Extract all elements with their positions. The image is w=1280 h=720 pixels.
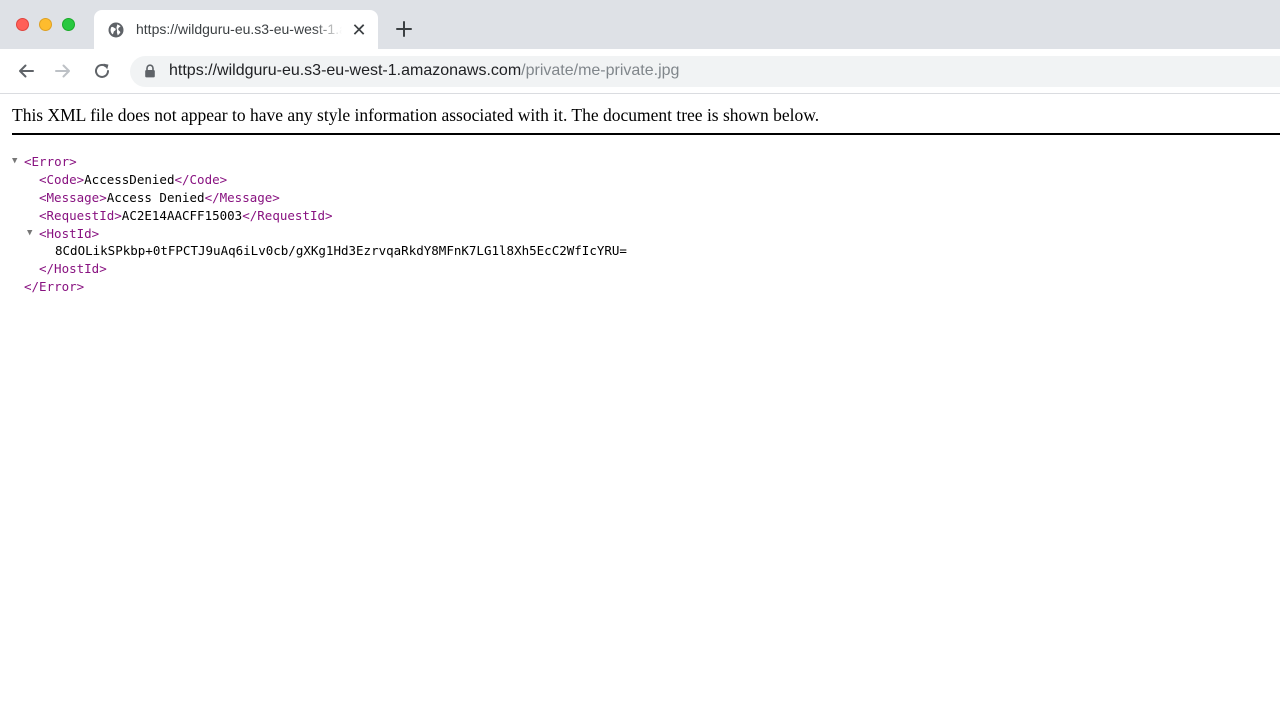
page-content: This XML file does not appear to have an… bbox=[0, 95, 1280, 720]
xml-tag: <Error> bbox=[24, 154, 77, 169]
xml-tag: </Error> bbox=[24, 279, 85, 295]
xml-tag: </HostId> bbox=[39, 261, 107, 277]
tab-strip: https://wildguru-eu.s3-eu-west-1.amazona… bbox=[0, 0, 1280, 49]
xml-tag: <Message> bbox=[39, 189, 107, 205]
xml-tag: <Code> bbox=[39, 171, 85, 187]
xml-tag: </RequestId> bbox=[242, 207, 333, 223]
xml-message-line: <Message>Access Denied</Message> bbox=[12, 189, 627, 207]
xml-hostid-value-line: 8CdOLikSPkbp+0tFPCTJ9uAq6iLv0cb/gXKg1Hd3… bbox=[12, 242, 627, 260]
xml-tag: </Code> bbox=[174, 171, 228, 187]
xml-style-notice: This XML file does not appear to have an… bbox=[12, 105, 1280, 135]
plus-icon[interactable] bbox=[394, 19, 414, 39]
address-bar[interactable]: https://wildguru-eu.s3-eu-west-1.amazona… bbox=[130, 56, 1280, 87]
tab-close-icon[interactable]: ✕ bbox=[350, 21, 368, 39]
xml-code-line: <Code>AccessDenied</Code> bbox=[12, 171, 627, 189]
xml-text-value: 8CdOLikSPkbp+0tFPCTJ9uAq6iLv0cb/gXKg1Hd3… bbox=[55, 243, 627, 259]
browser-toolbar: https://wildguru-eu.s3-eu-west-1.amazona… bbox=[0, 49, 1280, 94]
collapse-arrow-icon[interactable]: ▼ bbox=[12, 153, 22, 171]
globe-icon bbox=[108, 22, 124, 38]
lock-icon[interactable] bbox=[144, 64, 156, 78]
reload-icon[interactable] bbox=[92, 61, 112, 81]
xml-text-value: Access Denied bbox=[106, 189, 205, 205]
url-path: /private/me-private.jpg bbox=[521, 62, 680, 79]
close-window-button[interactable] bbox=[16, 18, 29, 31]
xml-requestid-line: <RequestId>AC2E14AACFF15003</RequestId> bbox=[12, 207, 627, 225]
maximize-window-button[interactable] bbox=[62, 18, 75, 31]
url-host: https://wildguru-eu.s3-eu-west-1.amazona… bbox=[169, 62, 522, 79]
collapse-arrow-icon[interactable]: ▼ bbox=[27, 225, 37, 243]
xml-tag: <RequestId> bbox=[39, 207, 122, 223]
xml-error-open-line: ▼ <Error> bbox=[12, 153, 627, 171]
minimize-window-button[interactable] bbox=[39, 18, 52, 31]
back-arrow-icon[interactable] bbox=[16, 61, 36, 81]
xml-tag: </Message> bbox=[204, 189, 280, 205]
xml-tag: <HostId> bbox=[39, 225, 100, 241]
xml-text-value: AccessDenied bbox=[84, 171, 175, 187]
url-text[interactable]: https://wildguru-eu.s3-eu-west-1.amazona… bbox=[169, 62, 679, 82]
xml-error-close-line: </Error> bbox=[12, 278, 627, 296]
xml-text-value: AC2E14AACFF15003 bbox=[121, 207, 243, 223]
xml-hostid-open-line: ▼ <HostId> bbox=[12, 225, 627, 243]
tab-title: https://wildguru-eu.s3-eu-west-1.amazona… bbox=[136, 21, 342, 37]
forward-arrow-icon[interactable] bbox=[53, 61, 73, 81]
tab-active[interactable]: https://wildguru-eu.s3-eu-west-1.amazona… bbox=[94, 10, 378, 49]
xml-tree: ▼ <Error> <Code>AccessDenied</Code> <Mes… bbox=[12, 153, 627, 296]
xml-hostid-close-line: </HostId> bbox=[12, 260, 627, 278]
